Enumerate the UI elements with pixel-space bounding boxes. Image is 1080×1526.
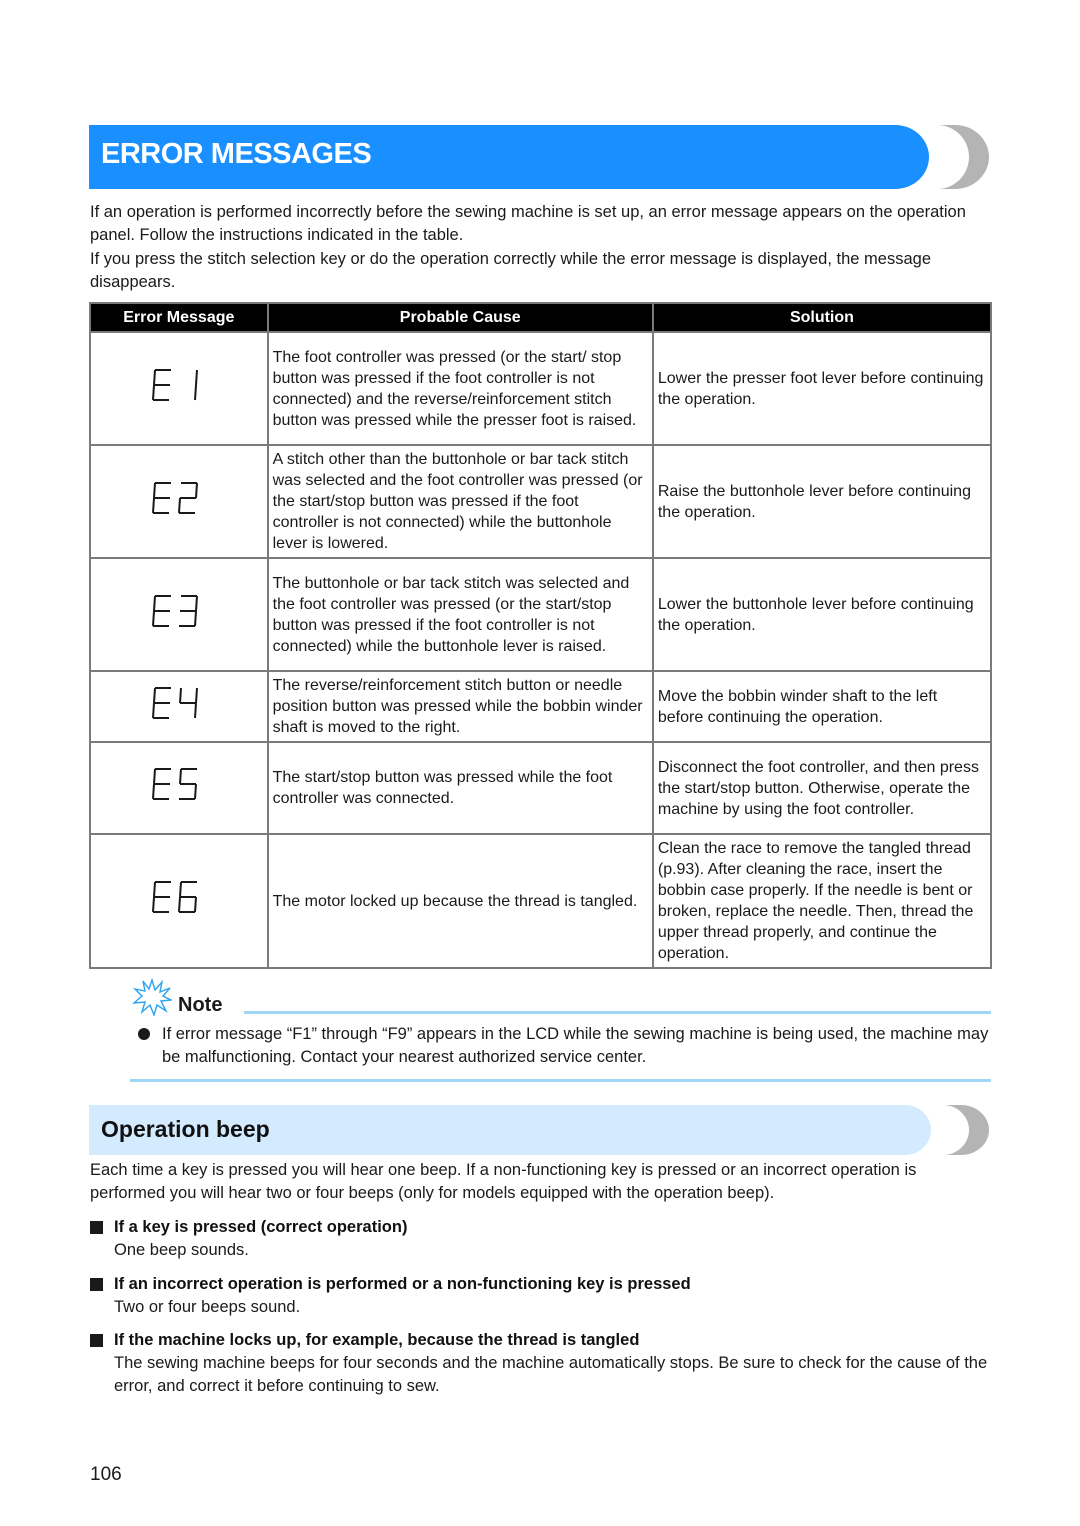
lcd-digit xyxy=(177,481,198,514)
lcd-segment xyxy=(151,702,155,718)
beep-item-body: Two or four beeps sound. xyxy=(114,1298,301,1316)
solution-cell: Lower the buttonhole lever before contin… xyxy=(651,557,993,672)
table-row: The foot controller was pressed (or the … xyxy=(89,331,993,446)
table-row: The motor locked up because the thread i… xyxy=(89,833,993,969)
square-bullet-icon xyxy=(90,1278,103,1291)
lcd-segment xyxy=(177,896,181,913)
error-code-cell xyxy=(89,444,269,559)
subsection-title: Operation beep xyxy=(101,1116,270,1142)
solution-cell: Lower the presser foot lever before cont… xyxy=(651,331,993,446)
beep-item-heading: If a key is pressed (correct operation) xyxy=(114,1218,408,1236)
lcd-segment xyxy=(152,687,156,703)
table-row: The buttonhole or bar tack stitch was se… xyxy=(89,557,993,672)
lcd-segment xyxy=(152,768,156,785)
lcd-display-icon xyxy=(151,594,207,630)
lcd-display-icon xyxy=(151,686,207,722)
table-row: The start/stop button was pressed while … xyxy=(89,741,993,835)
section-heading-bar: ERROR MESSAGES xyxy=(89,125,989,189)
error-code-cell xyxy=(89,557,269,672)
intro-text: If an operation is performed incorrectly… xyxy=(90,201,990,294)
cause-cell: The start/stop button was pressed while … xyxy=(266,741,654,835)
note-title: Note xyxy=(178,994,223,1016)
error-table: Error Message Probable Cause Solution Th… xyxy=(89,302,993,969)
beep-item-heading: If an incorrect operation is performed o… xyxy=(114,1275,691,1293)
column-header-error-message: Error Message xyxy=(89,302,269,333)
lcd-digit xyxy=(151,768,171,800)
lcd-digit xyxy=(151,881,171,913)
table-row: The reverse/reinforcement stitch button … xyxy=(89,670,993,743)
note-text: If error message “F1” through “F9” appea… xyxy=(162,1025,989,1066)
manual-page: ERROR MESSAGES If an operation is perfor… xyxy=(0,0,1080,1526)
column-header-solution: Solution xyxy=(651,302,993,333)
lcd-segment xyxy=(178,768,182,785)
note-divider-bottom xyxy=(130,1079,991,1082)
lcd-segment xyxy=(152,369,156,385)
lcd-digit xyxy=(177,881,197,913)
lcd-digit xyxy=(151,368,171,401)
solution-cell: Move the bobbin winder shaft to the left… xyxy=(651,670,993,743)
page-title: ERROR MESSAGES xyxy=(101,138,372,170)
lcd-digit xyxy=(178,594,198,627)
lcd-segment xyxy=(194,482,198,498)
lcd-digit xyxy=(178,768,197,800)
lcd-segment xyxy=(178,687,182,703)
lcd-segment xyxy=(151,896,155,913)
lcd-segment xyxy=(193,384,197,400)
lcd-segment xyxy=(152,482,156,498)
error-code-cell xyxy=(89,331,269,446)
lcd-segment xyxy=(193,702,197,718)
table-row: A stitch other than the buttonhole or ba… xyxy=(89,444,993,559)
solution-cell: Raise the buttonhole lever before contin… xyxy=(651,444,993,559)
lcd-segment xyxy=(194,595,198,611)
lcd-digit xyxy=(151,594,171,627)
lcd-display-icon xyxy=(151,368,207,404)
beep-intro-text: Each time a key is pressed you will hear… xyxy=(90,1161,917,1202)
sparkle-icon xyxy=(131,977,174,1018)
cause-cell: The reverse/reinforcement stitch button … xyxy=(266,670,654,743)
cause-cell: The motor locked up because the thread i… xyxy=(266,833,654,969)
note-divider-top xyxy=(244,1011,991,1014)
lcd-digit xyxy=(151,686,171,719)
lcd-segment xyxy=(152,595,156,611)
intro-paragraph: If you press the stitch selection key or… xyxy=(90,249,932,291)
cause-cell: A stitch other than the buttonhole or ba… xyxy=(266,444,654,559)
lcd-segment xyxy=(151,497,155,513)
solution-cell: Clean the race to remove the tangled thr… xyxy=(651,833,993,969)
lcd-segment xyxy=(194,369,198,385)
error-code-cell xyxy=(89,833,269,969)
lcd-segment xyxy=(178,881,182,898)
table-header-row: Error Message Probable Cause Solution xyxy=(89,302,993,333)
subsection-heading-bar: Operation beep xyxy=(89,1105,989,1155)
lcd-digit xyxy=(193,369,198,400)
page-number: 106 xyxy=(90,1464,122,1485)
lcd-segment xyxy=(151,384,155,400)
cause-cell: The buttonhole or bar tack stitch was se… xyxy=(266,557,654,672)
lcd-segment xyxy=(194,687,198,703)
lcd-display-icon xyxy=(151,767,207,803)
beep-item-body: The sewing machine beeps for four second… xyxy=(114,1354,988,1395)
square-bullet-icon xyxy=(90,1221,103,1234)
lcd-segment xyxy=(151,783,155,800)
error-code-cell xyxy=(89,741,269,835)
beep-item-heading: If the machine locks up, for example, be… xyxy=(114,1331,640,1349)
lcd-segment xyxy=(152,881,156,898)
column-header-probable-cause: Probable Cause xyxy=(266,302,654,333)
bullet-icon xyxy=(138,1028,150,1040)
lcd-segment xyxy=(151,610,155,626)
lcd-digit xyxy=(151,481,171,514)
square-bullet-icon xyxy=(90,1334,103,1347)
lcd-segment xyxy=(193,610,197,626)
cause-cell: The foot controller was pressed (or the … xyxy=(266,331,654,446)
lcd-segment xyxy=(177,497,181,513)
beep-item-body: One beep sounds. xyxy=(114,1241,249,1259)
lcd-segment xyxy=(193,896,197,913)
solution-cell: Disconnect the foot controller, and then… xyxy=(651,741,993,835)
lcd-segment xyxy=(193,783,197,800)
intro-paragraph: If an operation is performed incorrectly… xyxy=(90,203,966,245)
error-code-cell xyxy=(89,670,269,743)
lcd-digit xyxy=(178,687,198,718)
lcd-display-icon xyxy=(151,481,207,517)
lcd-display-icon xyxy=(151,880,207,916)
